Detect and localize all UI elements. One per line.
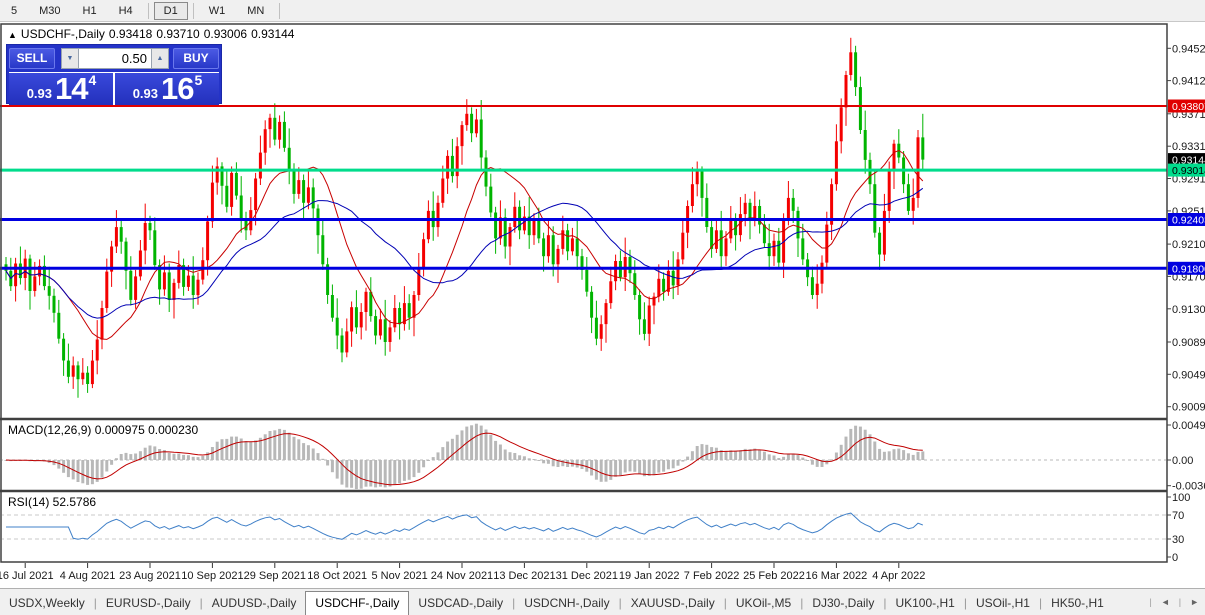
svg-text:5 Nov 2021: 5 Nov 2021 — [371, 570, 427, 582]
tab-uk100-h1[interactable]: UK100-,H1 — [886, 592, 963, 615]
buy-price-display[interactable]: 0.93 16 5 — [115, 73, 219, 105]
tab-usdcnh-daily[interactable]: USDCNH-,Daily — [515, 592, 618, 615]
timeframe-button-d1[interactable]: D1 — [154, 2, 188, 20]
volume-increase-button[interactable]: ▲ — [151, 48, 169, 69]
svg-text:7 Feb 2022: 7 Feb 2022 — [684, 570, 740, 582]
svg-text:13 Dec 2021: 13 Dec 2021 — [493, 570, 555, 582]
tab-scroll-arrows: |◄|► — [1146, 589, 1205, 615]
svg-text:16 Mar 2022: 16 Mar 2022 — [806, 570, 868, 582]
timeframe-button-m30[interactable]: M30 — [29, 2, 70, 20]
toolbar-separator — [193, 3, 194, 19]
chart-ohlc-header: ▲ USDCHF-,Daily 0.93418 0.93710 0.93006 0.931… — [8, 27, 298, 41]
svg-text:0.91800: 0.91800 — [1172, 263, 1205, 275]
ohlc-high: 0.93710 — [156, 27, 199, 41]
svg-text:RSI(14) 52.5786: RSI(14) 52.5786 — [8, 495, 96, 509]
svg-text:0.90490: 0.90490 — [1172, 369, 1205, 381]
svg-text:0.93807: 0.93807 — [1172, 101, 1205, 113]
one-click-trading-panel: SELL ▼ ▲ BUY 0.93 14 4 0.93 16 5 — [6, 44, 222, 104]
svg-text:0.94520: 0.94520 — [1172, 43, 1205, 55]
buy-price-sup: 5 — [195, 72, 203, 88]
buy-price-big: 16 — [161, 71, 193, 107]
svg-text:31 Dec 2021: 31 Dec 2021 — [556, 570, 618, 582]
tab-separator: | — [1176, 597, 1184, 607]
chart-symbol-label: USDCHF-,Daily — [21, 27, 105, 41]
collapse-triangle-icon[interactable]: ▲ — [8, 30, 17, 40]
svg-text:0.004913: 0.004913 — [1172, 420, 1205, 432]
sell-price-display[interactable]: 0.93 14 4 — [9, 73, 113, 105]
buy-button[interactable]: BUY — [173, 48, 219, 69]
tab-audusd-daily[interactable]: AUDUSD-,Daily — [203, 592, 306, 615]
tab-scroll-right-icon[interactable]: ► — [1184, 593, 1205, 611]
svg-text:29 Sep 2021: 29 Sep 2021 — [244, 570, 306, 582]
tab-hk50-h1[interactable]: HK50-,H1 — [1042, 592, 1113, 615]
tab-scroll-left-icon[interactable]: ◄ — [1155, 593, 1176, 611]
svg-text:25 Feb 2022: 25 Feb 2022 — [743, 570, 805, 582]
tab-usdx-weekly[interactable]: USDX,Weekly — [0, 592, 94, 615]
svg-text:0: 0 — [1172, 552, 1178, 564]
tab-ukoil-m5[interactable]: UKOil-,M5 — [727, 592, 800, 615]
svg-text:23 Aug 2021: 23 Aug 2021 — [119, 570, 181, 582]
svg-text:0.93310: 0.93310 — [1172, 141, 1205, 153]
svg-text:10 Sep 2021: 10 Sep 2021 — [181, 570, 243, 582]
svg-text:0.94120: 0.94120 — [1172, 76, 1205, 88]
svg-text:0.90090: 0.90090 — [1172, 402, 1205, 414]
sell-price-big: 14 — [55, 71, 87, 107]
tab-separator: | — [1146, 597, 1154, 607]
svg-text:19 Jan 2022: 19 Jan 2022 — [619, 570, 680, 582]
toolbar-separator — [148, 3, 149, 19]
buy-price-small: 0.93 — [133, 86, 158, 101]
svg-text:18 Oct 2021: 18 Oct 2021 — [307, 570, 367, 582]
svg-text:0.93014: 0.93014 — [1172, 165, 1205, 177]
svg-text:MACD(12,26,9) 0.000975 0.00023: MACD(12,26,9) 0.000975 0.000230 — [8, 423, 198, 437]
sell-price-sup: 4 — [89, 72, 97, 88]
tab-usdcad-daily[interactable]: USDCAD-,Daily — [409, 592, 512, 615]
timeframe-toolbar: 5M30H1H4 D1 W1MN — [0, 0, 1205, 22]
ohlc-low: 0.93006 — [204, 27, 247, 41]
ohlc-close: 0.93144 — [251, 27, 294, 41]
svg-text:0.90890: 0.90890 — [1172, 337, 1205, 349]
symbol-tab-bar: USDX,Weekly|EURUSD-,Daily|AUDUSD-,DailyU… — [0, 588, 1205, 615]
svg-text:70: 70 — [1172, 510, 1184, 522]
svg-text:100: 100 — [1172, 492, 1190, 504]
svg-text:4 Aug 2021: 4 Aug 2021 — [60, 570, 116, 582]
volume-input[interactable] — [79, 48, 151, 69]
ohlc-open: 0.93418 — [109, 27, 152, 41]
volume-decrease-button[interactable]: ▼ — [61, 48, 79, 69]
sell-button[interactable]: SELL — [9, 48, 55, 69]
timeframe-button-h4[interactable]: H4 — [109, 2, 143, 20]
sell-price-small: 0.93 — [27, 86, 52, 101]
chart-window: 0.945200.941200.937100.933100.929100.925… — [0, 22, 1205, 588]
tab-xauusd-daily[interactable]: XAUUSD-,Daily — [622, 592, 724, 615]
timeframe-button-h1[interactable]: H1 — [73, 2, 107, 20]
tab-dj30-daily[interactable]: DJ30-,Daily — [803, 592, 883, 615]
tab-usdchf-daily[interactable]: USDCHF-,Daily — [305, 591, 409, 615]
timeframe-button-mn[interactable]: MN — [237, 2, 274, 20]
timeframe-button-w1[interactable]: W1 — [199, 2, 236, 20]
svg-text:4 Apr 2022: 4 Apr 2022 — [872, 570, 925, 582]
svg-text:30: 30 — [1172, 534, 1184, 546]
svg-text:0.92100: 0.92100 — [1172, 239, 1205, 251]
volume-stepper: ▼ ▲ — [61, 48, 169, 69]
svg-text:0.92403: 0.92403 — [1172, 215, 1205, 227]
toolbar-separator — [279, 3, 280, 19]
svg-text:16 Jul 2021: 16 Jul 2021 — [0, 570, 54, 582]
svg-text:0.00: 0.00 — [1172, 455, 1193, 467]
timeframe-button-5[interactable]: 5 — [1, 2, 27, 20]
svg-text:-0.00361: -0.00361 — [1172, 481, 1205, 493]
tab-eurusd-daily[interactable]: EURUSD-,Daily — [97, 592, 200, 615]
tab-usoil-h1[interactable]: USOil-,H1 — [967, 592, 1039, 615]
svg-text:24 Nov 2021: 24 Nov 2021 — [431, 570, 493, 582]
svg-text:0.91300: 0.91300 — [1172, 304, 1205, 316]
